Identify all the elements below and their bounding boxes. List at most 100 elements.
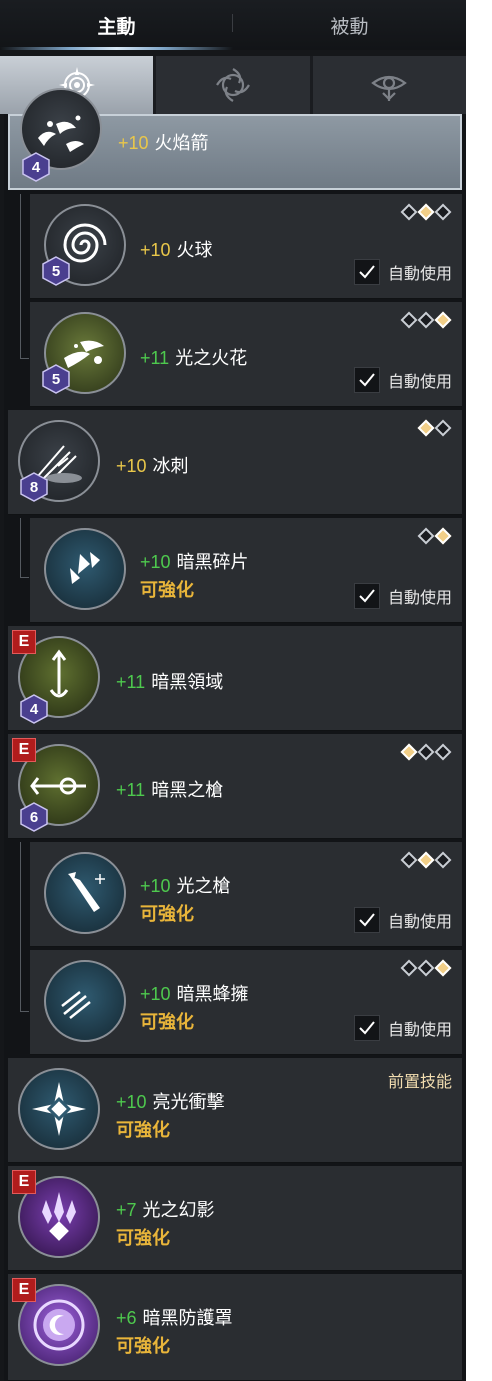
upgrade-diamonds (400, 743, 452, 761)
skill-plus-level: +11 (116, 672, 146, 692)
dark-swarm-icon (61, 986, 98, 1019)
upgrade-diamond (400, 311, 418, 329)
skill-row-light-spark[interactable]: 5 +11 光之火花 自動使用 (30, 302, 462, 407)
skill-row-dark-spear[interactable]: E 6 +11 暗黑之槍 (8, 734, 462, 839)
checkmark-icon (359, 913, 375, 927)
skill-name: 火球 (176, 240, 213, 260)
skill-plus-level: +10 (116, 456, 147, 476)
category-tab-eye[interactable] (312, 56, 466, 114)
skill-name-line: +10 火焰箭 (118, 129, 209, 155)
auto-use-toggle[interactable]: 自動使用 (353, 259, 452, 285)
auto-use-checkbox[interactable] (353, 583, 380, 609)
checkmark-icon (359, 265, 375, 279)
skill-list[interactable]: 4 +10 火焰箭 5 +10 火球 自動使用 5 +11 光之火花 自動使用 … (4, 88, 466, 1381)
category-tab-spiral[interactable] (156, 56, 310, 114)
skill-name: 亮光衝擊 (152, 1092, 225, 1112)
right-edge-panel (466, 0, 492, 1381)
skill-row-dark-shield[interactable]: E +6 暗黑防護罩 可強化 (8, 1274, 462, 1381)
skill-name: 光之槍 (176, 876, 231, 896)
auto-use-checkbox[interactable] (353, 367, 380, 393)
auto-use-label: 自動使用 (387, 590, 452, 607)
upgrade-diamonds (400, 311, 452, 329)
upgrade-diamond (434, 851, 452, 869)
skill-name: 暗黑碎片 (176, 552, 249, 572)
auto-use-toggle[interactable]: 自動使用 (353, 367, 452, 393)
enhance-available-label: 可強化 (116, 1120, 170, 1140)
dark-shard-icon (70, 552, 100, 588)
checkmark-icon (359, 373, 375, 387)
skill-icon-frame (44, 852, 126, 934)
skill-row-dark-shard[interactable]: +10 暗黑碎片 可強化 自動使用 (30, 518, 462, 623)
enhance-available-label: 可強化 (140, 904, 194, 924)
skill-name: 光之幻影 (142, 1200, 215, 1220)
skill-row-fireball[interactable]: 5 +10 火球 自動使用 (30, 194, 462, 299)
skill-name-line: +10 暗黑蜂擁 (140, 980, 249, 1006)
tab-passive-skills[interactable]: 被動 (233, 0, 466, 50)
skill-name-line: +6 暗黑防護罩 (116, 1304, 233, 1330)
auto-use-toggle[interactable]: 自動使用 (353, 907, 452, 933)
skill-plus-level: +10 (140, 876, 171, 896)
skill-row-bright-strike[interactable]: +10 亮光衝擊 可強化 前置技能 (8, 1058, 462, 1163)
skill-level-badge: 5 (42, 364, 70, 394)
skill-name: 火焰箭 (154, 133, 209, 153)
auto-use-checkbox[interactable] (353, 907, 380, 933)
e-badge: E (12, 1170, 36, 1194)
upgrade-diamond (434, 743, 452, 761)
e-badge: E (12, 738, 36, 762)
skill-row-light-phantom[interactable]: E +7 光之幻影 可強化 (8, 1166, 462, 1271)
auto-use-checkbox[interactable] (353, 1015, 380, 1041)
skill-plus-level: +10 (118, 133, 149, 153)
checkmark-icon (359, 589, 375, 603)
upgrade-diamond-active (434, 311, 452, 329)
upgrade-diamond (400, 959, 418, 977)
skill-name-line: +10 暗黑碎片 (140, 548, 249, 574)
auto-use-toggle[interactable]: 自動使用 (353, 583, 452, 609)
tree-connector (20, 842, 21, 1012)
light-spear-icon (68, 872, 105, 912)
skill-row-light-spear[interactable]: +10 光之槍 可強化 自動使用 (30, 842, 462, 947)
skill-name-line: +11 光之火花 (140, 344, 247, 370)
skill-row-ice-spike[interactable]: 8 +10 冰刺 (8, 410, 462, 515)
prerequisite-skill-label: 前置技能 (387, 1074, 452, 1091)
tree-connector (20, 194, 21, 359)
upgrade-diamond-active (417, 419, 435, 437)
spiral-crest-icon (216, 68, 250, 102)
enhance-available-label: 可強化 (140, 580, 194, 600)
skill-plus-level: +11 (140, 348, 170, 368)
skill-level-badge: 6 (20, 802, 48, 832)
bright-strike-icon (32, 1082, 86, 1136)
skill-level-badge: 5 (42, 256, 70, 286)
skill-level-badge: 4 (22, 152, 50, 182)
auto-use-toggle[interactable]: 自動使用 (353, 1015, 452, 1041)
upgrade-diamond (417, 959, 435, 977)
skill-plus-level: +7 (116, 1200, 137, 1220)
enhance-available-label: 可強化 (116, 1336, 170, 1356)
upgrade-diamonds (400, 203, 452, 221)
skill-name: 暗黑之槍 (151, 780, 224, 800)
skill-icon-frame (44, 960, 126, 1042)
skill-row-dark-swarm[interactable]: +10 暗黑蜂擁 可強化 自動使用 (30, 950, 462, 1055)
skill-name-line: +10 冰刺 (116, 452, 189, 478)
skill-name-line: +10 火球 (140, 236, 213, 262)
skill-name: 暗黑蜂擁 (176, 984, 249, 1004)
skill-icon-frame (44, 528, 126, 610)
skill-row-fire-arrow[interactable]: 4 +10 火焰箭 (8, 88, 462, 190)
skill-icon-frame (18, 1068, 100, 1150)
skill-row-dark-domain[interactable]: E 4 +11 暗黑領域 (8, 626, 462, 731)
tab-active-skills[interactable]: 主動 (0, 0, 233, 50)
auto-use-label: 自動使用 (387, 374, 452, 391)
skill-name-line: +11 暗黑之槍 (116, 776, 223, 802)
e-badge: E (12, 1278, 36, 1302)
enhance-available-label: 可強化 (140, 1012, 194, 1032)
skill-name-line: +7 光之幻影 (116, 1196, 215, 1222)
upgrade-diamonds (417, 419, 452, 437)
upgrade-diamond (400, 851, 418, 869)
auto-use-checkbox[interactable] (353, 259, 380, 285)
skill-plus-level: +10 (140, 552, 171, 572)
tree-branch (20, 1011, 29, 1012)
skill-name-line: +11 暗黑領域 (116, 668, 223, 694)
skill-name-line: +10 亮光衝擊 (116, 1088, 225, 1114)
skill-plus-level: +11 (116, 780, 146, 800)
enhance-available-label: 可強化 (116, 1228, 170, 1248)
skill-name: 冰刺 (152, 456, 189, 476)
